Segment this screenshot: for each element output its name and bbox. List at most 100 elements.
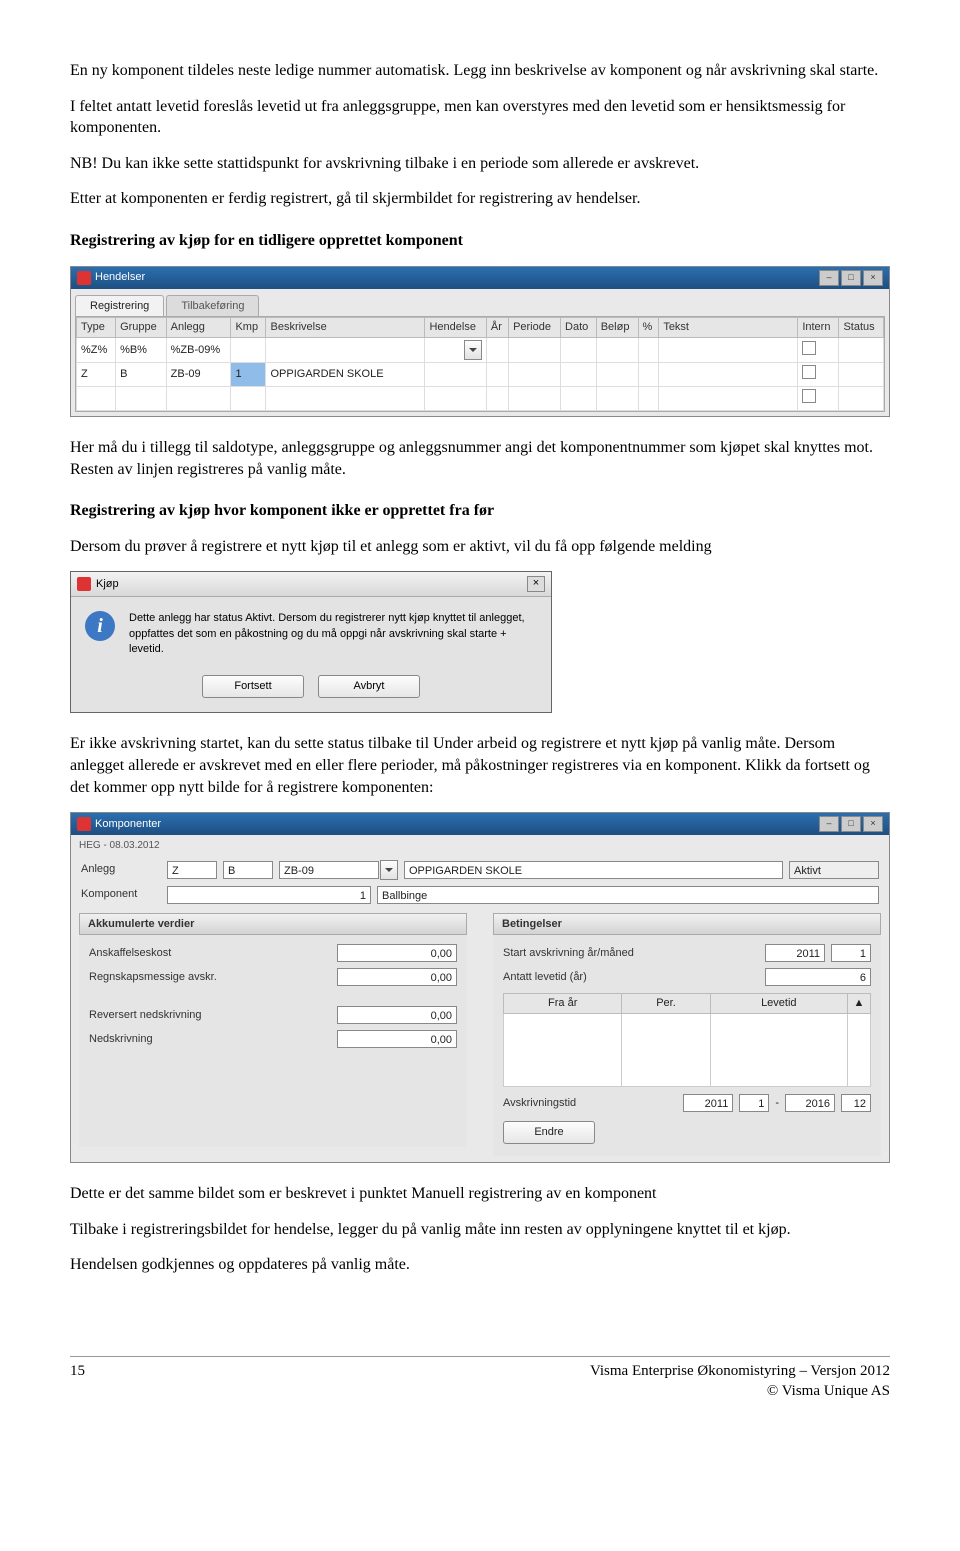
anlegg-nr-input[interactable]: ZB-09 (279, 861, 379, 879)
col-ar[interactable]: År (486, 318, 508, 338)
tab-tilbakeforing[interactable]: Tilbakeføring (166, 295, 259, 317)
cell[interactable]: OPPIGARDEN SKOLE (266, 363, 425, 387)
col-kmp[interactable]: Kmp (231, 318, 266, 338)
endre-button[interactable]: Endre (503, 1121, 595, 1144)
close-icon[interactable]: × (863, 816, 883, 832)
col-fra-ar[interactable]: Fra år (504, 994, 622, 1014)
col-levetid[interactable]: Levetid (710, 994, 847, 1014)
label-avskrivningstid: Avskrivningstid (503, 1096, 576, 1111)
cell[interactable] (504, 1014, 622, 1087)
chevron-down-icon[interactable] (380, 860, 398, 880)
cell[interactable]: %Z% (77, 338, 116, 363)
komponent-name-input[interactable]: Ballbinge (377, 886, 879, 904)
cell-checkbox[interactable] (798, 363, 839, 387)
app-icon (77, 817, 91, 831)
cell[interactable]: %ZB-09% (166, 338, 231, 363)
section-heading: Registrering av kjøp hvor komponent ikke… (70, 500, 890, 522)
avskr-to-year: 2016 (785, 1094, 835, 1112)
fortsett-button[interactable]: Fortsett (202, 675, 304, 698)
maximize-icon[interactable]: □ (841, 816, 861, 832)
table-header-row: Type Gruppe Anlegg Kmp Beskrivelse Hende… (77, 318, 884, 338)
col-per[interactable]: Per. (622, 994, 710, 1014)
label-komponent: Komponent (81, 887, 161, 902)
regn-avskr-value: 0,00 (337, 968, 457, 986)
col-prosent[interactable]: % (638, 318, 659, 338)
titlebar: Hendelser – □ × (71, 267, 889, 289)
col-tekst[interactable]: Tekst (659, 318, 798, 338)
maximize-icon[interactable]: □ (841, 270, 861, 286)
cell[interactable]: Z (77, 363, 116, 387)
start-year-input[interactable]: 2011 (765, 944, 825, 962)
label-regn-avskr: Regnskapsmessige avskr. (89, 970, 217, 985)
anlegg-gruppe-input[interactable]: B (223, 861, 273, 879)
app-icon (77, 271, 91, 285)
col-anlegg[interactable]: Anlegg (166, 318, 231, 338)
label-start-avskrivning: Start avskrivning år/måned (503, 946, 634, 961)
dialog-message: Dette anlegg har status Aktivt. Dersom d… (129, 611, 537, 657)
cell[interactable] (425, 338, 486, 363)
checkbox[interactable] (802, 341, 816, 355)
hendelser-table: Type Gruppe Anlegg Kmp Beskrivelse Hende… (76, 317, 884, 411)
cell-checkbox[interactable] (798, 338, 839, 363)
minimize-icon[interactable]: – (819, 816, 839, 832)
col-status[interactable]: Status (839, 318, 884, 338)
anskaffelseskost-value: 0,00 (337, 944, 457, 962)
close-icon[interactable]: × (863, 270, 883, 286)
cell-kmp-highlighted[interactable]: 1 (231, 363, 266, 387)
betingelser-groupbox: Betingelser Start avskrivning år/måned 2… (493, 913, 881, 1157)
avbryt-button[interactable]: Avbryt (318, 675, 420, 698)
komponent-nr-input[interactable]: 1 (167, 886, 371, 904)
info-icon: i (85, 611, 115, 641)
table-row[interactable]: %Z% %B% %ZB-09% (77, 338, 884, 363)
start-month-input[interactable]: 1 (831, 944, 871, 962)
anlegg-type-input[interactable]: Z (167, 861, 217, 879)
separator: - (775, 1096, 779, 1111)
group-title: Betingelser (493, 913, 881, 936)
avskr-from-year: 2011 (683, 1094, 733, 1112)
checkbox[interactable] (802, 389, 816, 403)
label-reversert-nedskrivning: Reversert nedskrivning (89, 1008, 202, 1023)
paragraph: Etter at komponenten er ferdig registrer… (70, 188, 890, 210)
titlebar: Komponenter – □ × (71, 813, 889, 835)
levetid-input[interactable]: 6 (765, 968, 871, 986)
paragraph: Tilbake i registreringsbildet for hendel… (70, 1219, 890, 1241)
col-type[interactable]: Type (77, 318, 116, 338)
paragraph: NB! Du kan ikke sette stattidspunkt for … (70, 153, 890, 175)
cell[interactable] (266, 338, 425, 363)
col-hendelse[interactable]: Hendelse (425, 318, 486, 338)
paragraph: Dette er det samme bildet som er beskrev… (70, 1183, 890, 1205)
col-periode[interactable]: Periode (509, 318, 561, 338)
avskr-from-month: 1 (739, 1094, 769, 1112)
paragraph: I feltet antatt levetid foreslås levetid… (70, 96, 890, 139)
dialog-titlebar: Kjøp × (71, 572, 551, 597)
cell[interactable]: B (116, 363, 167, 387)
col-gruppe[interactable]: Gruppe (116, 318, 167, 338)
cell[interactable]: ZB-09 (166, 363, 231, 387)
hendelser-window: Hendelser – □ × Registrering Tilbakeføri… (70, 266, 890, 417)
label-nedskrivning: Nedskrivning (89, 1032, 153, 1047)
komponenter-window: Komponenter – □ × HEG - 08.03.2012 Anleg… (70, 812, 890, 1163)
checkbox[interactable] (802, 365, 816, 379)
minimize-icon[interactable]: – (819, 270, 839, 286)
tab-registrering[interactable]: Registrering (75, 295, 164, 317)
chevron-down-icon[interactable] (464, 340, 482, 360)
paragraph: Dersom du prøver å registrere et nytt kj… (70, 536, 890, 558)
col-beskrivelse[interactable]: Beskrivelse (266, 318, 425, 338)
nedskrivning-value: 0,00 (337, 1030, 457, 1048)
col-intern[interactable]: Intern (798, 318, 839, 338)
cell[interactable]: %B% (116, 338, 167, 363)
col-belop[interactable]: Beløp (596, 318, 638, 338)
cell[interactable] (710, 1014, 847, 1087)
cell[interactable] (622, 1014, 710, 1087)
paragraph: Er ikke avskrivning startet, kan du sett… (70, 733, 890, 798)
col-dato[interactable]: Dato (561, 318, 597, 338)
close-icon[interactable]: × (527, 576, 545, 592)
window-title: Hendelser (95, 270, 145, 285)
anlegg-name-input[interactable]: OPPIGARDEN SKOLE (404, 861, 783, 879)
paragraph: En ny komponent tildeles neste ledige nu… (70, 60, 890, 82)
cell[interactable] (231, 338, 266, 363)
app-icon (77, 577, 91, 591)
table-row[interactable]: Z B ZB-09 1 OPPIGARDEN SKOLE (77, 363, 884, 387)
scrollbar[interactable] (848, 1014, 871, 1087)
scroll-up-icon[interactable]: ▲ (848, 994, 871, 1014)
